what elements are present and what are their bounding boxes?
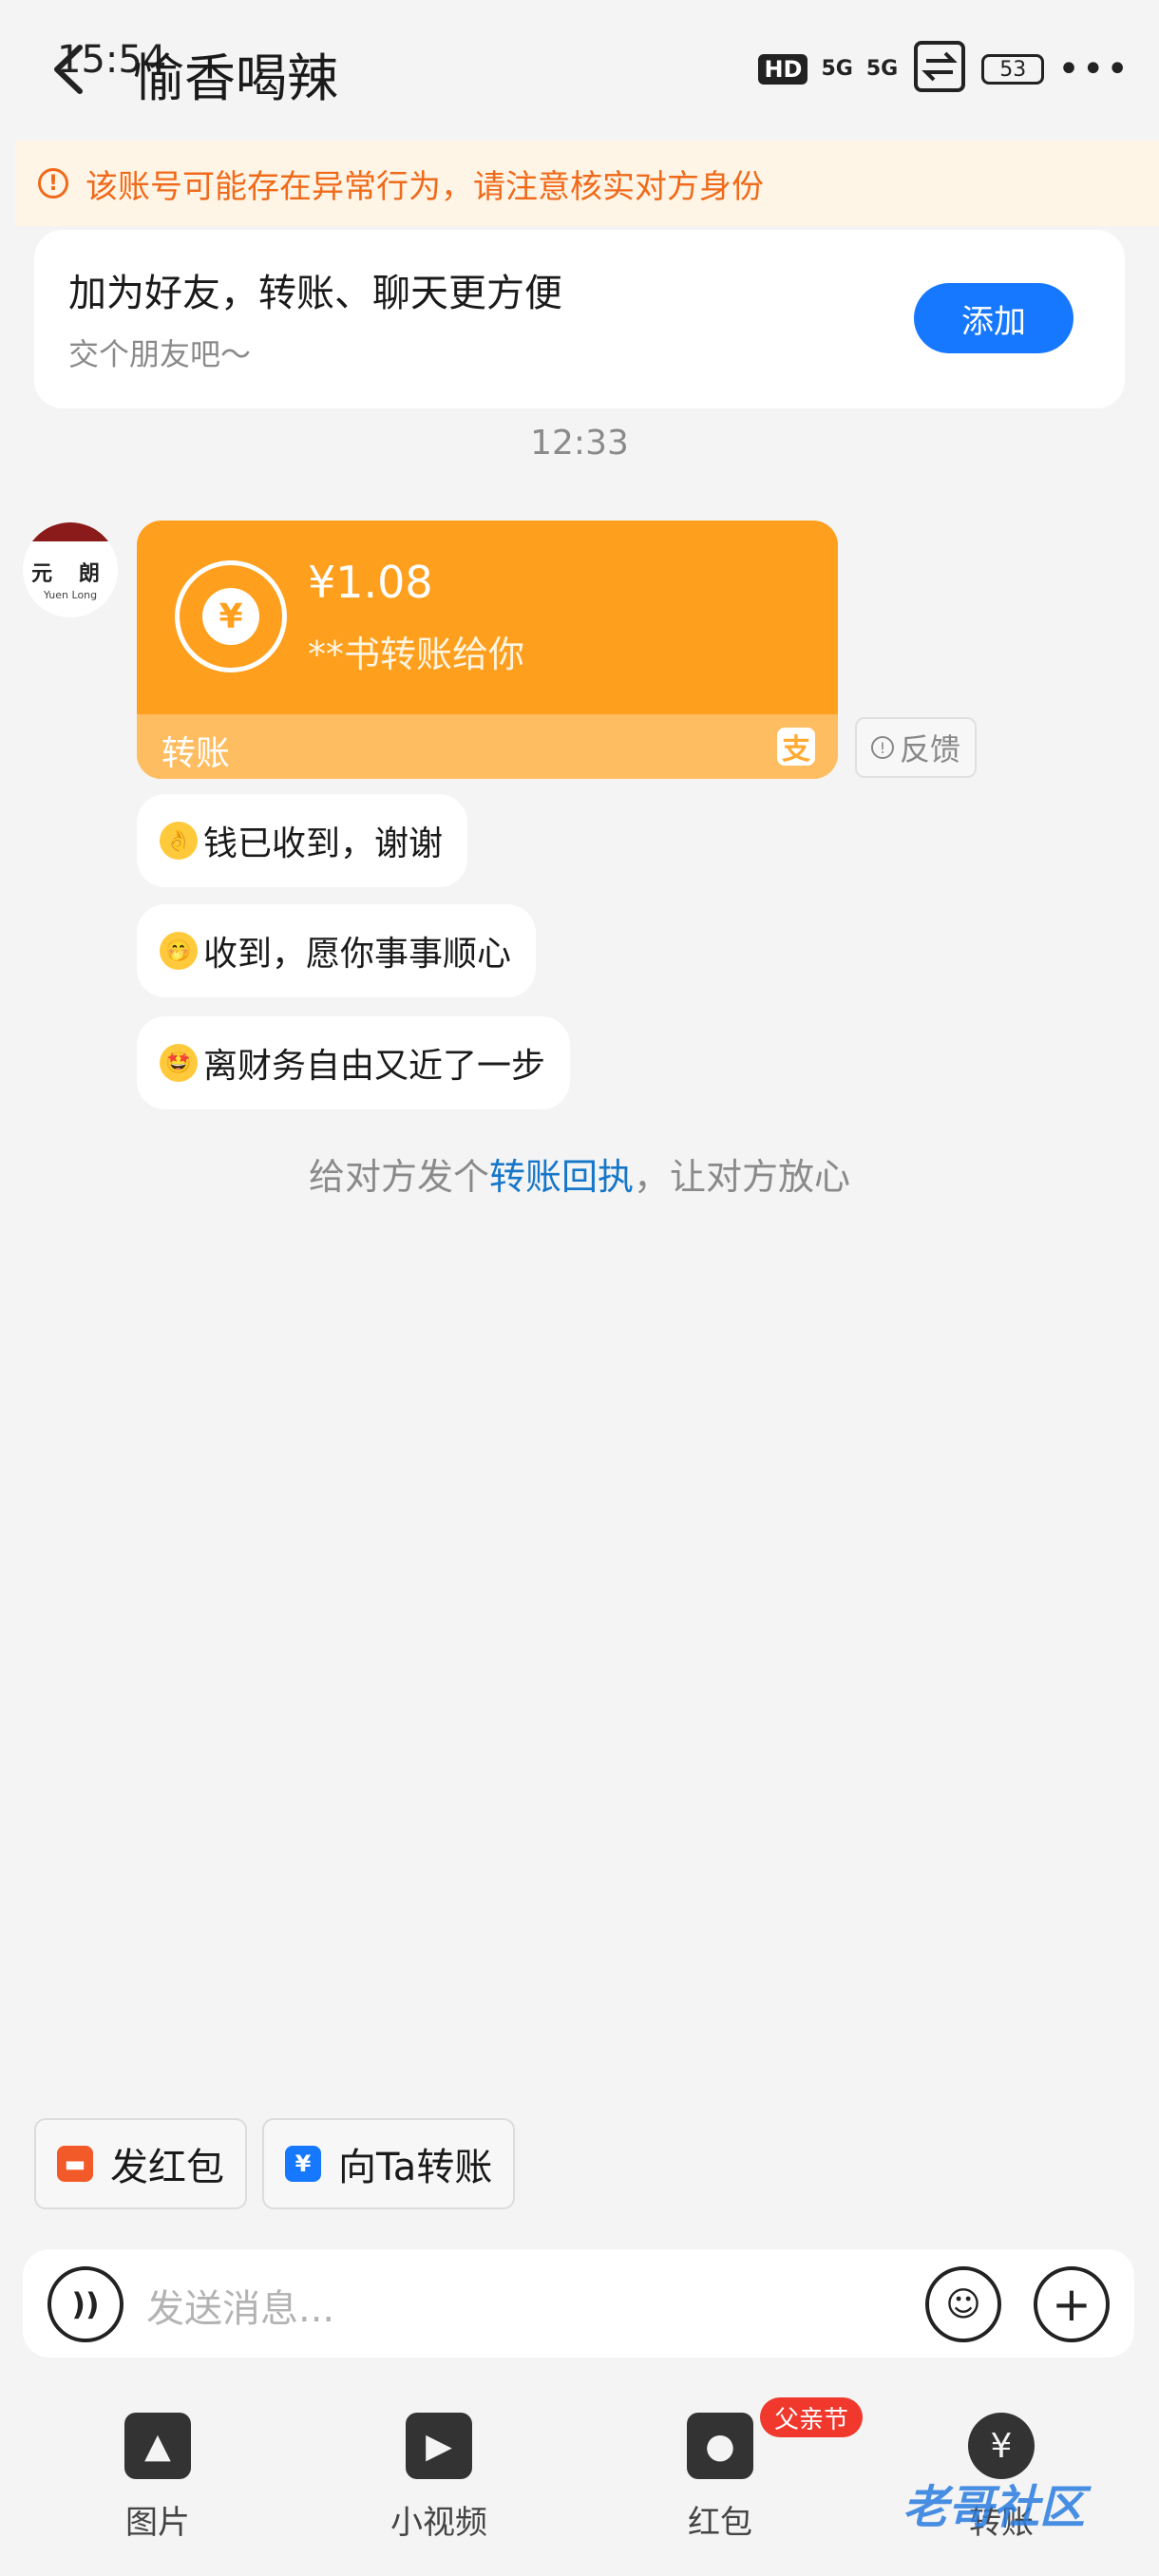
- message-text: 钱已收到，谢谢: [203, 824, 444, 863]
- message-bubble[interactable]: 👌 钱已收到，谢谢: [137, 794, 468, 887]
- message-timestamp: 12:33: [530, 424, 629, 463]
- transfer-footer: 转账 支: [137, 714, 838, 779]
- transfer-switch-icon[interactable]: [911, 38, 968, 101]
- send-red-packet-chip[interactable]: ▬ 发红包: [34, 2118, 247, 2209]
- red-packet-toolbar-icon: ●: [687, 2413, 753, 2479]
- chat-title: 愉香喝辣: [133, 48, 338, 108]
- video-icon: ▶: [406, 2413, 472, 2479]
- receipt-tip-prefix: 给对方发个: [308, 1156, 489, 1198]
- toolbar-label: 小视频: [390, 2504, 487, 2542]
- message-bubble[interactable]: 🤭 收到，愿你事事顺心: [137, 904, 537, 997]
- more-options-icon[interactable]: •••: [1057, 50, 1130, 88]
- send-red-packet-label: 发红包: [110, 2146, 224, 2189]
- voice-icon[interactable]: )): [48, 2266, 124, 2342]
- toolbar-label: 图片: [125, 2504, 190, 2542]
- transfer-description: **书转账给你: [308, 634, 525, 675]
- ok-hand-emoji-icon: 👌: [160, 822, 198, 860]
- warning-text: 该账号可能存在异常行为，请注意核实对方身份: [86, 167, 764, 206]
- add-friend-card: 加为好友，转账、聊天更方便 交个朋友吧～ 添加: [34, 230, 1125, 408]
- signal-icon: 5G: [821, 57, 853, 81]
- status-indicators: HD 5G 5G 53 •••: [758, 36, 1130, 103]
- avatar[interactable]: 元 朗 Yuen Long: [23, 522, 118, 617]
- transfer-yuan-icon: ¥: [175, 560, 287, 672]
- toolbar-label: 红包: [688, 2504, 752, 2542]
- emoji-icon[interactable]: ☺: [925, 2266, 1001, 2342]
- avatar-text-cn: 元 朗: [31, 562, 109, 586]
- message-input-bar: )) 发送消息... ☺ +: [23, 2249, 1134, 2358]
- message-bubble[interactable]: 🤩 离财务自由又近了一步: [137, 1016, 571, 1109]
- toolbar-photo[interactable]: ▲ 图片: [63, 2413, 253, 2543]
- plus-icon[interactable]: +: [1034, 2266, 1110, 2342]
- receipt-link[interactable]: 转账回执: [489, 1156, 634, 1198]
- image-icon: ▲: [124, 2413, 191, 2479]
- avatar-text-en: Yuen Long: [43, 589, 98, 601]
- receipt-tip: 给对方发个转账回执，让对方放心: [0, 1147, 1159, 1200]
- message-text: 离财务自由又近了一步: [203, 1047, 546, 1086]
- toolbar-video[interactable]: ▶ 小视频: [344, 2413, 534, 2543]
- message-input[interactable]: 发送消息...: [146, 2278, 334, 2333]
- red-packet-icon: ▬: [57, 2146, 93, 2182]
- add-friend-title: 加为好友，转账、聊天更方便: [68, 272, 562, 315]
- battery-icon: 53: [981, 54, 1045, 85]
- thinking-face-emoji-icon: 🤭: [160, 932, 198, 970]
- transfer-footer-label: 转账: [162, 734, 231, 773]
- fathers-day-badge: 父亲节: [760, 2397, 863, 2437]
- warning-banner: ! 该账号可能存在异常行为，请注意核实对方身份: [15, 141, 1159, 226]
- feedback-label: 反馈: [899, 731, 960, 767]
- transfer-to-label: 向Ta转账: [338, 2146, 493, 2189]
- transfer-chip-icon: ¥: [285, 2146, 321, 2182]
- transfer-to-chip[interactable]: ¥ 向Ta转账: [262, 2118, 516, 2209]
- message-text: 收到，愿你事事顺心: [203, 935, 512, 974]
- star-struck-emoji-icon: 🤩: [160, 1044, 198, 1082]
- transfer-amount: ¥1.08: [308, 557, 433, 608]
- info-icon: !: [870, 736, 894, 759]
- add-friend-button[interactable]: 添加: [914, 283, 1074, 353]
- transfer-card[interactable]: ¥ ¥1.08 **书转账给你 转账 支: [137, 521, 838, 779]
- signal-icon-2: 5G: [865, 57, 899, 81]
- warning-icon: !: [38, 168, 68, 199]
- hd-icon: HD: [758, 54, 808, 85]
- feedback-button[interactable]: ! 反馈: [855, 717, 977, 778]
- watermark: 老哥社区: [902, 2481, 1086, 2534]
- alipay-icon: 支: [777, 728, 815, 767]
- add-friend-subtitle: 交个朋友吧～: [68, 336, 252, 372]
- receipt-tip-suffix: ，让对方放心: [634, 1156, 851, 1198]
